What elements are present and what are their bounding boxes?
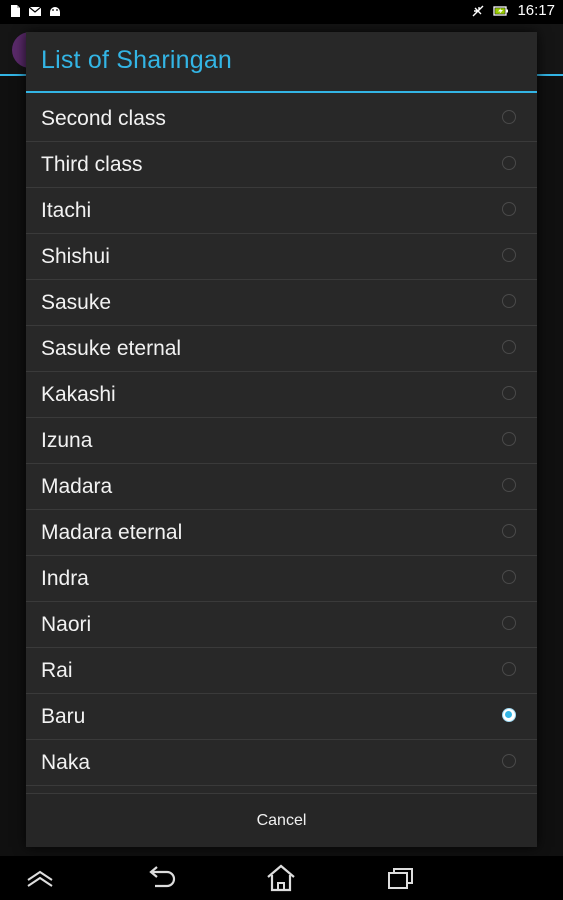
- sharingan-list-dialog: List of Sharingan Second class Third cla…: [26, 32, 537, 847]
- radio-button[interactable]: [502, 248, 516, 262]
- status-bar: 16:17: [0, 0, 563, 24]
- list-item-label: Shishui: [41, 245, 110, 268]
- list-item-label: Sasuke eternal: [41, 337, 182, 360]
- list-item-label: Indra: [41, 567, 89, 590]
- battery-charging-icon: [493, 5, 509, 16]
- rotation-lock-icon: [472, 5, 484, 16]
- navigation-bar: [0, 856, 563, 900]
- radio-button[interactable]: [502, 432, 516, 446]
- radio-button[interactable]: [502, 202, 516, 216]
- list-item[interactable]: Naka: [26, 740, 537, 786]
- radio-button[interactable]: [502, 294, 516, 308]
- list-item[interactable]: Indra: [26, 556, 537, 602]
- cancel-button[interactable]: Cancel: [26, 794, 537, 847]
- status-time: 16:17: [517, 2, 555, 19]
- list-item-label: Third class: [41, 153, 143, 176]
- list-item-label: Izuna: [41, 429, 93, 452]
- radio-button[interactable]: [502, 524, 516, 538]
- list-item[interactable]: Sasuke: [26, 280, 537, 326]
- list-item-selected[interactable]: Baru: [26, 694, 537, 740]
- list-item[interactable]: Kakashi: [26, 372, 537, 418]
- radio-button[interactable]: [502, 754, 516, 768]
- choice-list[interactable]: Second class Third class Itachi Shishui …: [26, 96, 537, 796]
- list-item[interactable]: Third class: [26, 142, 537, 188]
- recent-apps-icon[interactable]: [383, 862, 419, 894]
- radio-button[interactable]: [502, 386, 516, 400]
- radio-button[interactable]: [502, 662, 516, 676]
- notification-icons: [8, 4, 62, 18]
- menu-up-icon[interactable]: [22, 862, 58, 894]
- list-item[interactable]: Madara: [26, 464, 537, 510]
- dialog-title: List of Sharingan: [41, 46, 233, 74]
- list-item[interactable]: Shishui: [26, 234, 537, 280]
- radio-button[interactable]: [502, 708, 516, 722]
- android-icon: [50, 7, 60, 16]
- list-item-label: Naka: [41, 751, 91, 774]
- radio-button[interactable]: [502, 156, 516, 170]
- list-item-label: Itachi: [41, 199, 92, 222]
- list-item[interactable]: Naori: [26, 602, 537, 648]
- list-item[interactable]: Second class: [26, 96, 537, 142]
- list-item-label: Madara eternal: [41, 521, 183, 544]
- list-item-label: Rai: [41, 659, 73, 682]
- list-item[interactable]: Sasuke eternal: [26, 326, 537, 372]
- list-item-label: Second class: [41, 107, 166, 130]
- back-icon[interactable]: [143, 862, 179, 894]
- list-item-label: Sasuke: [41, 291, 112, 314]
- dialog-footer: Cancel: [26, 793, 537, 847]
- list-item-label: Naori: [41, 613, 92, 636]
- mail-icon: [28, 6, 42, 16]
- document-icon: [11, 5, 20, 17]
- radio-button[interactable]: [502, 570, 516, 584]
- list-item[interactable]: Rai: [26, 648, 537, 694]
- list-item-label: Baru: [41, 705, 86, 728]
- list-item[interactable]: Madara eternal: [26, 510, 537, 556]
- screen: 16:17 List of Sharingan Second class Thi…: [0, 0, 563, 900]
- system-icons: 16:17: [471, 2, 555, 19]
- radio-button[interactable]: [502, 340, 516, 354]
- list-item-label: Madara: [41, 475, 113, 498]
- radio-button[interactable]: [502, 478, 516, 492]
- list-item-label: Kakashi: [41, 383, 116, 406]
- list-item[interactable]: Izuna: [26, 418, 537, 464]
- list-item[interactable]: Itachi: [26, 188, 537, 234]
- home-icon[interactable]: [263, 862, 299, 894]
- radio-button[interactable]: [502, 110, 516, 124]
- radio-button[interactable]: [502, 616, 516, 630]
- dialog-title-bar: List of Sharingan: [26, 32, 537, 93]
